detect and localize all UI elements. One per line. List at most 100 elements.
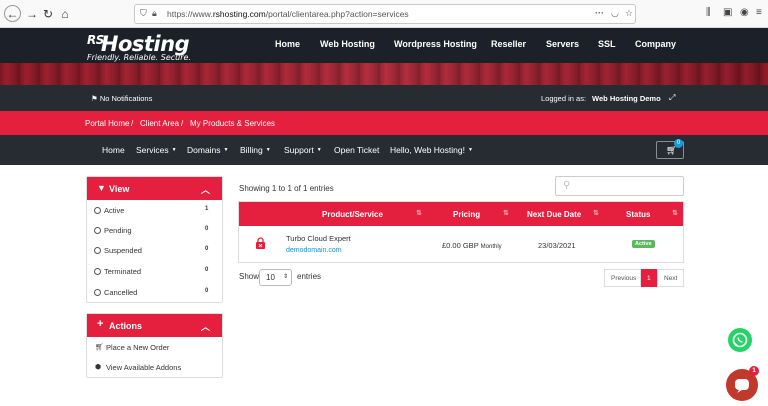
- caret-down-icon: ▼: [467, 147, 473, 153]
- pocket-icon[interactable]: ◡: [611, 8, 619, 19]
- pagination-previous[interactable]: Previous: [604, 269, 641, 287]
- billing-cycle: Monthly: [480, 244, 502, 250]
- logout-icon[interactable]: ⤢: [669, 93, 675, 103]
- url-prefix: https://www.: [167, 9, 213, 19]
- library-icon[interactable]: ⫼: [706, 7, 711, 18]
- top-nav-servers[interactable]: Servers: [546, 39, 579, 49]
- entries-per-page-select[interactable]: 10 ⇕: [259, 269, 292, 286]
- caret-down-icon: ▼: [223, 147, 229, 153]
- notifications-link[interactable]: ⚑ No Notifications: [91, 94, 152, 103]
- filter-label: Cancelled: [104, 288, 138, 297]
- breadcrumb-current: My Products & Services: [190, 119, 275, 128]
- next-label: Next: [664, 275, 678, 282]
- product-domain-link[interactable]: demodomain.com: [286, 247, 342, 254]
- whatsapp-icon: [732, 332, 748, 348]
- page-number: 1: [647, 275, 651, 282]
- breadcrumb: Portal Home / Client Area / My Products …: [0, 111, 768, 135]
- address-bar[interactable]: ⛉ 🔒︎ https://www.rshosting.com/portal/cl…: [134, 4, 636, 24]
- radio-icon[interactable]: [94, 268, 101, 275]
- nav-billing[interactable]: Billing ▼: [240, 145, 271, 155]
- url-text[interactable]: https://www.rshosting.com/portal/clienta…: [167, 9, 409, 19]
- filter-active[interactable]: Active 1: [87, 201, 222, 221]
- browser-toolbar: ← → ↻ ⌂ ⛉ 🔒︎ https://www.rshosting.com/p…: [0, 0, 768, 28]
- col-next-due-date[interactable]: Next Due Date: [527, 210, 581, 219]
- sort-icon[interactable]: ⇅: [503, 209, 509, 217]
- table-row[interactable]: Turbo Cloud Expert demodomain.com £0.00 …: [239, 226, 683, 262]
- view-addons-link[interactable]: ⬢ View Available Addons: [87, 358, 222, 378]
- account-icon[interactable]: ◉: [740, 7, 749, 18]
- top-nav-ssl[interactable]: SSL: [598, 39, 616, 49]
- actions-panel-header[interactable]: + Actions ︿: [87, 314, 222, 337]
- logo[interactable]: RSHosting Friendly. Reliable. Secure.: [87, 30, 191, 62]
- sort-icon[interactable]: ⇅: [593, 209, 599, 217]
- filter-label: Terminated: [104, 267, 142, 276]
- col-pricing[interactable]: Pricing: [453, 210, 480, 219]
- radio-icon[interactable]: [94, 247, 101, 254]
- logged-in-info: Logged in as: Web Hosting Demo: [541, 94, 661, 103]
- top-nav-company[interactable]: Company: [635, 39, 676, 49]
- chevron-up-icon[interactable]: ︿: [201, 320, 210, 333]
- logo-tagline: Friendly. Reliable. Secure.: [87, 53, 191, 62]
- radio-icon[interactable]: [94, 289, 101, 296]
- sort-icon[interactable]: ⇅: [416, 209, 422, 217]
- filter-count: 0: [205, 267, 209, 273]
- pagination-next[interactable]: Next: [657, 269, 684, 287]
- bookmark-star-icon[interactable]: ☆: [625, 8, 633, 19]
- view-panel: ▼ View ︿ Active 1 Pending 0 Suspended 0 …: [86, 176, 223, 303]
- home-icon[interactable]: ⌂: [57, 6, 73, 22]
- view-panel-title: View: [109, 184, 130, 194]
- top-nav-home[interactable]: Home: [275, 39, 300, 49]
- pagination-page-1[interactable]: 1: [641, 269, 657, 287]
- url-path: /portal/clientarea.php?action=services: [265, 9, 409, 19]
- header-banner: [0, 63, 768, 85]
- nav-services-label: Services: [136, 145, 169, 155]
- cart-button[interactable]: 🛒︎ 0: [656, 139, 684, 159]
- sidebar-icon[interactable]: ▣: [723, 7, 732, 18]
- radio-icon[interactable]: [94, 207, 101, 214]
- lock-icon[interactable]: 🔒︎: [152, 8, 157, 19]
- nav-support-label: Support: [284, 145, 314, 155]
- top-nav-reseller[interactable]: Reseller: [491, 39, 526, 49]
- filter-pending[interactable]: Pending 0: [87, 221, 222, 241]
- place-new-order-link[interactable]: 🛒︎ Place a New Order: [87, 338, 222, 358]
- col-status[interactable]: Status: [626, 210, 650, 219]
- whatsapp-button[interactable]: [728, 328, 752, 352]
- breadcrumb-client-area[interactable]: Client Area: [140, 119, 179, 128]
- shield-icon[interactable]: ⛉: [140, 8, 147, 19]
- sort-icon[interactable]: ⇅: [672, 209, 678, 217]
- top-nav-wordpress-hosting[interactable]: Wordpress Hosting: [394, 39, 477, 49]
- cubes-icon: ⬢: [95, 364, 102, 371]
- url-domain: rshosting.com: [212, 9, 266, 19]
- action-label: View Available Addons: [106, 363, 182, 372]
- filter-count: 1: [205, 206, 209, 212]
- forward-arrow-icon[interactable]: →: [24, 6, 40, 22]
- nav-services[interactable]: Services ▼: [136, 145, 177, 155]
- col-product-service[interactable]: Product/Service: [322, 210, 383, 219]
- radio-icon[interactable]: [94, 227, 101, 234]
- reload-icon[interactable]: ↻: [40, 6, 56, 22]
- entries-per-page-value: 10: [266, 273, 275, 282]
- table-header: Product/Service ⇅ Pricing ⇅ Next Due Dat…: [239, 202, 683, 226]
- menu-icon[interactable]: ≡: [756, 7, 762, 18]
- nav-account[interactable]: Hello, Web Hosting! ▼: [390, 145, 473, 155]
- top-nav-web-hosting[interactable]: Web Hosting: [320, 39, 375, 49]
- caret-down-icon: ▼: [171, 147, 177, 153]
- more-icon[interactable]: ···: [595, 8, 604, 18]
- nav-support[interactable]: Support ▼: [284, 145, 322, 155]
- filter-terminated[interactable]: Terminated 0: [87, 262, 222, 282]
- back-arrow-icon[interactable]: ←: [4, 5, 21, 22]
- table-search-input[interactable]: ⚲: [555, 176, 684, 196]
- client-nav: Home Services ▼ Domains ▼ Billing ▼ Support…: [0, 135, 768, 165]
- showing-entries-text: Showing 1 to 1 of 1 entries: [239, 184, 334, 193]
- product-price: £0.00 GBP Monthly: [442, 241, 502, 250]
- nav-home[interactable]: Home: [102, 145, 125, 155]
- previous-label: Previous: [611, 275, 637, 282]
- filter-cancelled[interactable]: Cancelled 0: [87, 283, 222, 303]
- view-panel-header[interactable]: ▼ View ︿: [87, 177, 222, 200]
- chevron-up-icon[interactable]: ︿: [201, 183, 210, 196]
- filter-suspended[interactable]: Suspended 0: [87, 241, 222, 261]
- nav-domains[interactable]: Domains ▼: [187, 145, 229, 155]
- breadcrumb-portal-home[interactable]: Portal Home: [85, 119, 129, 128]
- cart-icon: 🛒︎: [95, 344, 104, 351]
- nav-open-ticket[interactable]: Open Ticket: [334, 145, 379, 155]
